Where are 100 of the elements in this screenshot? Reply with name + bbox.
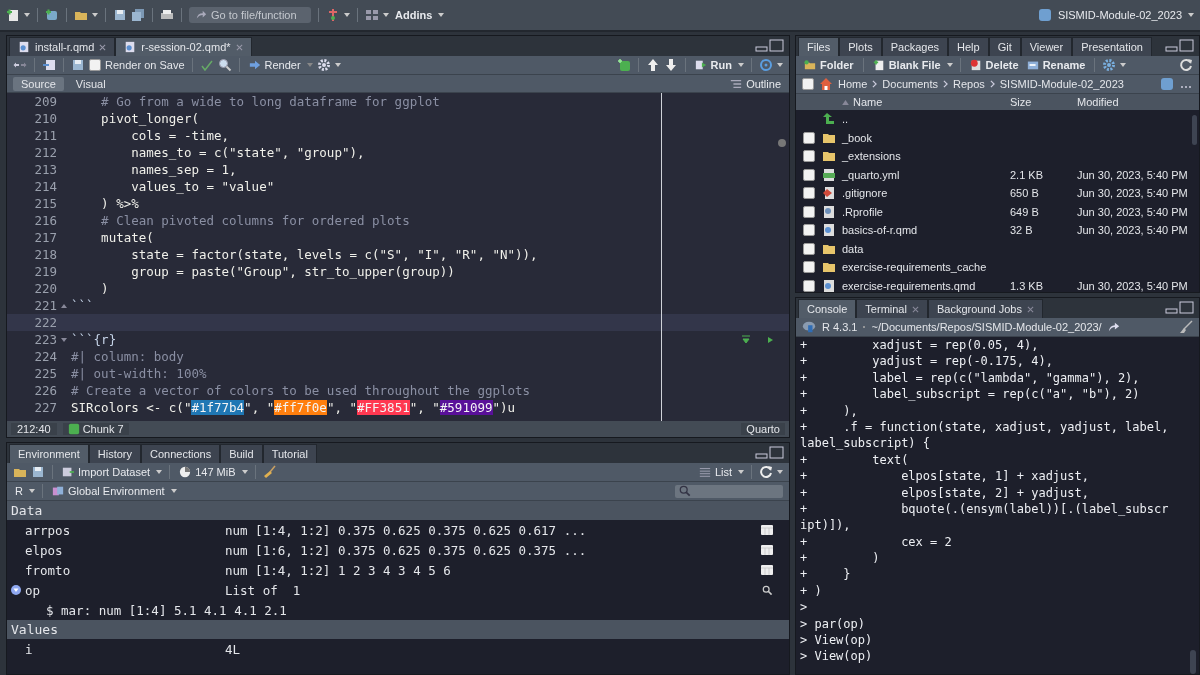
files-pane-tab[interactable]: Packages — [881, 37, 948, 56]
files-pane-tab[interactable]: Help — [948, 37, 989, 56]
go-to-file-field[interactable]: Go to file/function — [189, 7, 311, 23]
project-menu[interactable]: SISMID-Module-02_2023 — [1055, 9, 1184, 21]
view-mode-menu[interactable]: List — [696, 466, 734, 478]
console-tab[interactable]: Console — [798, 299, 857, 318]
minimize-icon[interactable] — [755, 446, 785, 460]
vcs-icon[interactable] — [326, 8, 340, 22]
file-name-link[interactable]: _quarto.yml — [842, 168, 1010, 181]
caret-icon[interactable] — [241, 470, 248, 474]
close-icon[interactable] — [1026, 305, 1034, 313]
caret-icon[interactable] — [777, 470, 783, 474]
path-link[interactable]: Home — [838, 78, 868, 90]
editor-tab[interactable]: install-r.qmd — [9, 37, 116, 56]
addins-menu[interactable]: Addins — [393, 9, 435, 21]
run-chunk-icon[interactable] — [765, 334, 775, 345]
settings-icon[interactable] — [1102, 58, 1117, 72]
caret-icon[interactable] — [334, 63, 341, 67]
file-name-link[interactable]: .Rprofile — [842, 205, 1010, 218]
show-in-window-icon[interactable] — [42, 58, 56, 72]
file-name-link[interactable]: .. — [842, 113, 1010, 126]
path-link[interactable]: Repos — [953, 78, 985, 90]
run-previous-chunks-icon[interactable] — [741, 334, 751, 345]
column-header[interactable]: Size — [1010, 96, 1077, 108]
file-name-link[interactable]: _extensions — [842, 150, 1010, 163]
environment-tab[interactable]: Tutorial — [262, 444, 317, 463]
search-field[interactable] — [675, 484, 783, 498]
grid-icon[interactable] — [365, 8, 379, 22]
environment-tab[interactable]: Environment — [9, 444, 89, 463]
new-file-icon[interactable] — [6, 8, 20, 22]
column-header[interactable]: Name — [842, 96, 1010, 108]
file-checkbox[interactable] — [803, 242, 815, 255]
file-name-link[interactable]: _book — [842, 131, 1010, 144]
select-all-checkbox[interactable] — [802, 78, 814, 90]
save-icon[interactable] — [113, 8, 127, 22]
file-name-link[interactable]: exercise-requirements.qmd — [842, 279, 1010, 292]
render-button[interactable]: Render — [246, 59, 303, 71]
caret-icon[interactable] — [946, 63, 953, 67]
files-pane-tab[interactable]: Git — [988, 37, 1021, 56]
scrollbar-thumb[interactable] — [1190, 650, 1196, 674]
file-name-link[interactable]: data — [842, 242, 1010, 255]
file-checkbox[interactable] — [803, 187, 815, 200]
caret-icon[interactable] — [1188, 13, 1194, 17]
chunk-menu[interactable]: Chunk 7 — [62, 423, 129, 435]
save-icon[interactable] — [31, 465, 45, 479]
caret-icon[interactable] — [738, 63, 744, 67]
close-icon[interactable] — [911, 305, 919, 313]
refresh-icon[interactable] — [1179, 58, 1193, 72]
close-icon[interactable] — [99, 43, 107, 51]
path-link[interactable]: SISMID-Module-02_2023 — [999, 78, 1124, 90]
insert-chunk-icon[interactable] — [616, 58, 631, 72]
new-project-icon[interactable] — [45, 8, 59, 22]
up-arrow-icon[interactable] — [822, 112, 836, 127]
file-name-link[interactable]: exercise-requirements_cache — [842, 261, 1010, 274]
file-checkbox[interactable] — [803, 168, 815, 181]
import-dataset-button[interactable]: Import Dataset — [60, 466, 153, 478]
column-header[interactable]: Modified — [1077, 96, 1199, 108]
render-on-save-checkbox[interactable] — [89, 59, 101, 71]
caret-icon[interactable] — [170, 489, 177, 493]
file-checkbox[interactable] — [803, 224, 815, 237]
file-checkbox[interactable] — [803, 279, 815, 292]
environment-menu[interactable]: Global Environment — [49, 485, 167, 497]
print-icon[interactable] — [160, 8, 174, 22]
file-checkbox[interactable] — [803, 131, 815, 144]
caret-icon[interactable] — [438, 13, 445, 17]
file-name-link[interactable]: basics-of-r.qmd — [842, 224, 1010, 237]
outline-button[interactable]: Outline — [728, 77, 783, 90]
files-pane-tab[interactable]: Files — [798, 37, 840, 56]
file-checkbox[interactable] — [803, 261, 815, 274]
caret-icon[interactable] — [1120, 63, 1127, 67]
arrow-down-icon[interactable] — [663, 58, 678, 72]
refresh-icon[interactable] — [759, 465, 773, 479]
caret-icon[interactable] — [383, 13, 389, 17]
publish-icon[interactable] — [759, 58, 773, 72]
broom-icon[interactable] — [262, 465, 277, 479]
arrow-up-icon[interactable] — [645, 58, 660, 72]
save-all-icon[interactable] — [131, 8, 145, 22]
file-action-button[interactable]: Blank File — [870, 59, 943, 71]
language-menu[interactable]: R — [13, 485, 25, 497]
files-pane-tab[interactable]: Presentation — [1072, 37, 1152, 56]
expand-toggle-icon[interactable] — [11, 585, 21, 595]
file-checkbox[interactable] — [803, 205, 815, 218]
file-action-button[interactable]: Folder — [802, 59, 856, 71]
file-type-menu[interactable]: Quarto — [741, 423, 785, 435]
caret-icon[interactable] — [344, 13, 350, 17]
fold-icon[interactable] — [61, 337, 67, 342]
spellcheck-icon[interactable] — [199, 58, 214, 72]
mode-toggle[interactable]: Visual — [67, 76, 114, 91]
caret-icon[interactable] — [777, 63, 783, 67]
path-link[interactable]: Documents — [882, 78, 938, 90]
minimize-icon[interactable] — [1165, 39, 1195, 53]
file-action-button[interactable]: Delete — [967, 59, 1021, 71]
files-pane-tab[interactable]: Plots — [839, 37, 882, 56]
home-icon[interactable] — [819, 77, 833, 91]
caret-icon[interactable] — [28, 489, 35, 493]
minimize-icon[interactable] — [755, 39, 785, 53]
memory-usage-button[interactable]: 147 MiB — [177, 466, 238, 478]
mode-toggle[interactable]: Source — [13, 76, 64, 91]
fold-icon[interactable] — [61, 303, 67, 308]
r-project-icon[interactable] — [1160, 77, 1174, 91]
